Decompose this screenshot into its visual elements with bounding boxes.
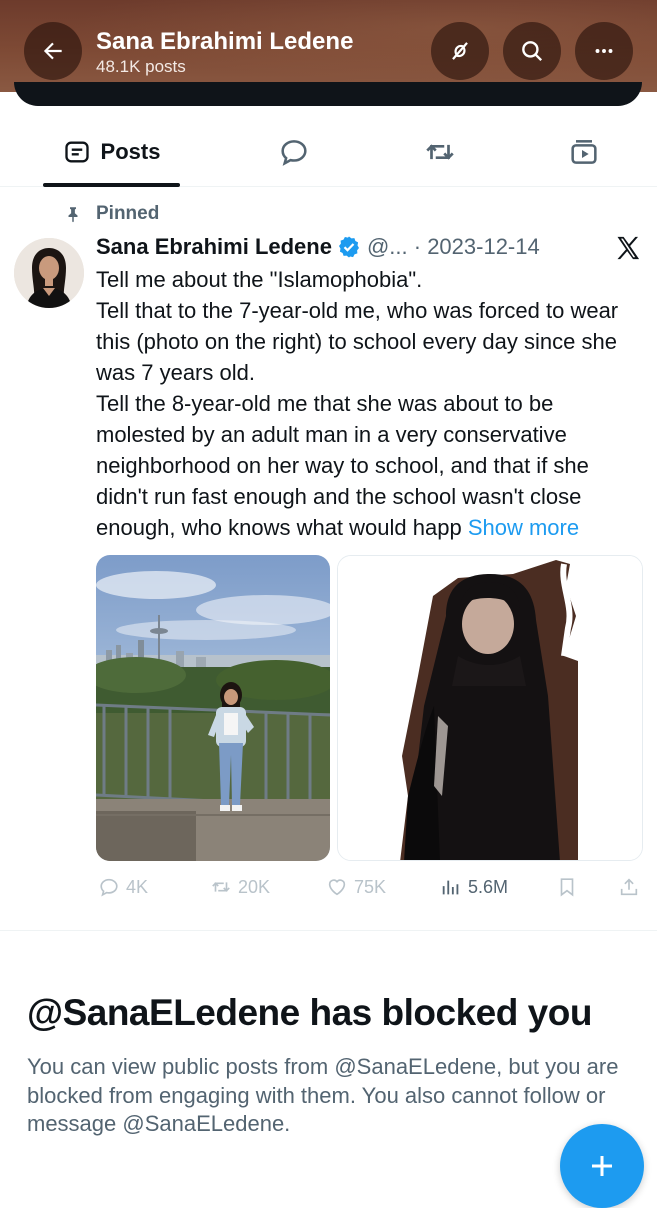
post-text-line: Tell that to the 7-year-old me, who was … bbox=[96, 298, 619, 385]
plus-icon bbox=[592, 1156, 612, 1176]
views-chart-icon bbox=[442, 880, 459, 895]
bookmark-icon bbox=[560, 878, 574, 897]
grok-button[interactable] bbox=[431, 22, 489, 80]
show-more-link[interactable]: Show more bbox=[468, 515, 579, 540]
repost-button[interactable]: 20K bbox=[210, 872, 270, 902]
like-button[interactable]: 75K bbox=[326, 872, 386, 902]
profile-tabs: Posts bbox=[0, 118, 657, 187]
media-icon bbox=[571, 140, 597, 164]
post-body: Tell me about the "Islamophobia". Tell t… bbox=[96, 264, 646, 543]
post-actions: 4K 20K 75K 5.6M bbox=[96, 872, 646, 902]
post-author-name[interactable]: Sana Ebrahimi Ledene bbox=[96, 234, 332, 260]
repost-icon bbox=[426, 144, 454, 160]
more-button[interactable] bbox=[575, 22, 633, 80]
reply-button[interactable]: 4K bbox=[98, 872, 148, 902]
posts-icon bbox=[64, 141, 89, 163]
tab-reposts[interactable] bbox=[400, 118, 480, 186]
back-arrow-icon bbox=[43, 42, 62, 60]
verified-badge-icon bbox=[338, 236, 359, 258]
profile-name: Sana Ebrahimi Ledene bbox=[96, 28, 354, 55]
post-text-line: Tell me about the "Islamophobia". bbox=[96, 267, 423, 292]
avatar-image bbox=[14, 238, 84, 308]
post-photo-right[interactable] bbox=[337, 555, 643, 861]
repost-count: 20K bbox=[238, 876, 271, 897]
x-logo-icon bbox=[617, 236, 640, 260]
profile-edge bbox=[14, 82, 642, 106]
replies-icon bbox=[281, 140, 307, 166]
post-header: Sana Ebrahimi Ledene @... · 2023-12-14 bbox=[96, 234, 540, 260]
grok-icon bbox=[452, 42, 468, 60]
heart-icon bbox=[328, 879, 346, 896]
tab-replies[interactable] bbox=[254, 118, 334, 186]
blocked-description: You can view public posts from @SanaELed… bbox=[27, 1054, 619, 1136]
repost-icon bbox=[212, 882, 230, 892]
reply-icon bbox=[100, 878, 118, 897]
tab-posts[interactable]: Posts bbox=[43, 118, 180, 187]
post-text-line: Tell the 8-year-old me that she was abou… bbox=[96, 388, 646, 543]
search-button[interactable] bbox=[503, 22, 561, 80]
pinned-indicator: Pinned bbox=[64, 203, 159, 225]
post-handle-date[interactable]: @... · 2023-12-14 bbox=[367, 234, 540, 260]
blocked-title: @SanaELedene has blocked you bbox=[27, 992, 592, 1033]
tab-posts-label: Posts bbox=[100, 139, 161, 164]
tab-media[interactable] bbox=[544, 118, 624, 186]
section-divider bbox=[0, 930, 657, 931]
search-icon bbox=[522, 41, 543, 62]
post-photo-left[interactable] bbox=[96, 555, 330, 861]
profile-header: Sana Ebrahimi Ledene 48.1K posts bbox=[0, 0, 657, 92]
view-count: 5.6M bbox=[468, 876, 509, 897]
photo-girl-in-chador bbox=[338, 556, 642, 860]
share-icon bbox=[620, 878, 638, 896]
selected-tab-indicator bbox=[43, 183, 180, 187]
compose-button[interactable] bbox=[560, 1124, 644, 1208]
reply-count: 4K bbox=[126, 876, 149, 897]
avatar[interactable] bbox=[14, 238, 84, 308]
like-count: 75K bbox=[354, 876, 387, 897]
views-button[interactable]: 5.6M bbox=[440, 872, 508, 902]
share-button[interactable] bbox=[618, 872, 646, 902]
photo-woman-city-view bbox=[96, 555, 330, 861]
pinned-label: Pinned bbox=[96, 203, 160, 224]
more-icon bbox=[595, 49, 613, 53]
pin-icon bbox=[68, 207, 78, 223]
bookmark-button[interactable] bbox=[556, 872, 584, 902]
posts-count: 48.1K posts bbox=[96, 57, 186, 76]
back-button[interactable] bbox=[24, 22, 82, 80]
